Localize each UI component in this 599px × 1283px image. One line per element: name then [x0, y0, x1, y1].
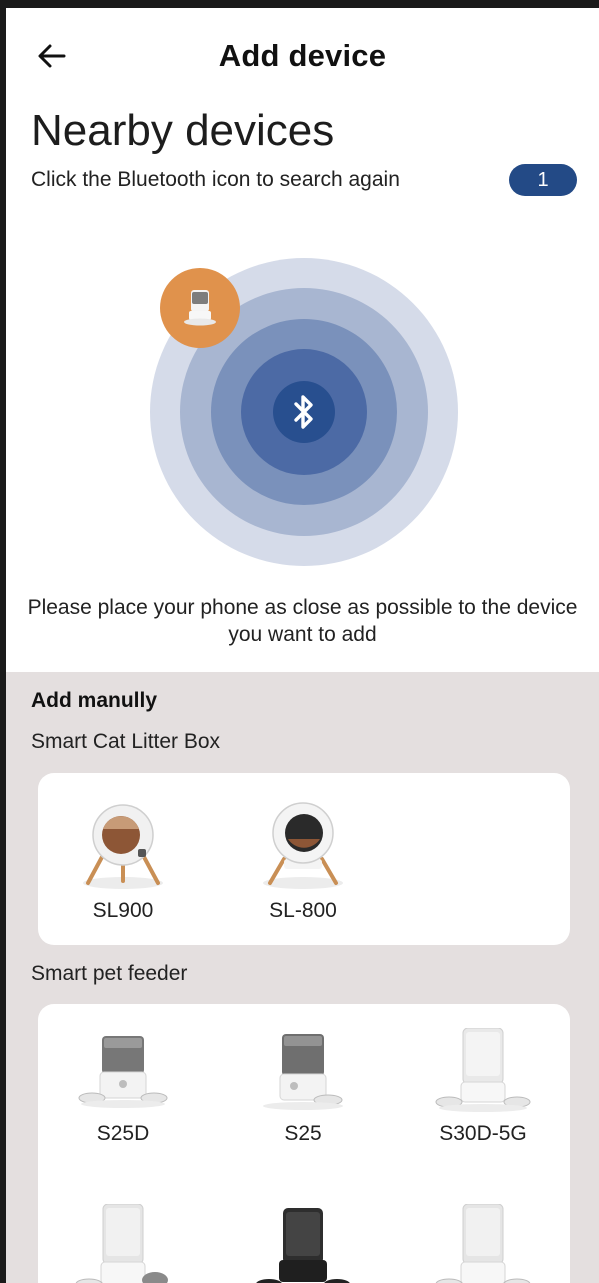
app-screen: Add device Nearby devices Click the Blue…: [6, 8, 599, 1283]
add-manually-section: Add manully Smart Cat Litter Box SL900 S…: [6, 672, 599, 1283]
device-name: S25: [284, 1122, 322, 1145]
device-item-s30d-5g[interactable]: S30D-5G: [418, 1028, 548, 1146]
device-item-s25[interactable]: S25: [238, 1034, 368, 1146]
bluetooth-search-button[interactable]: [273, 381, 335, 443]
device-item-sl900[interactable]: SL900: [58, 799, 188, 923]
nearby-devices-title: Nearby devices: [31, 106, 335, 155]
add-manually-title: Add manully: [31, 689, 158, 712]
pet-feeder-image: [78, 1036, 168, 1108]
pet-feeder-image: [263, 1034, 343, 1110]
device-count-badge: 1: [509, 164, 577, 196]
device-item-sl-800[interactable]: SL-800: [238, 799, 368, 923]
litter-box-image: [83, 804, 163, 889]
litter-box-image: [263, 802, 343, 889]
device-name: SL-800: [269, 899, 337, 922]
pet-feeder-image: [256, 1208, 350, 1283]
pet-feeder-image: [435, 1204, 531, 1283]
device-item-feeder-5[interactable]: [238, 1208, 368, 1283]
category-label-litter-box: Smart Cat Litter Box: [31, 730, 221, 753]
top-bar: Add device: [6, 8, 599, 92]
category-label-pet-feeder: Smart pet feeder: [31, 962, 188, 985]
pet-feeder-card: S25D S25 S30D-5G: [38, 1004, 570, 1283]
device-item-s25d[interactable]: S25D: [58, 1034, 188, 1146]
device-item-feeder-6[interactable]: [418, 1204, 548, 1283]
device-item-feeder-4[interactable]: [58, 1204, 188, 1283]
pet-feeder-icon: [184, 290, 216, 326]
device-name: S30D-5G: [439, 1122, 527, 1145]
found-device-bubble[interactable]: [160, 268, 240, 348]
device-name: SL900: [92, 899, 154, 922]
litter-box-card: SL900 SL-800: [38, 773, 570, 945]
device-name: S25D: [96, 1122, 150, 1145]
pet-feeder-image: [435, 1028, 531, 1112]
placement-hint: Please place your phone as close as poss…: [27, 596, 578, 646]
page-title: Add device: [218, 38, 387, 73]
search-hint: Click the Bluetooth icon to search again: [31, 168, 400, 191]
bluetooth-icon: [294, 395, 313, 429]
pet-feeder-image: [75, 1204, 168, 1283]
